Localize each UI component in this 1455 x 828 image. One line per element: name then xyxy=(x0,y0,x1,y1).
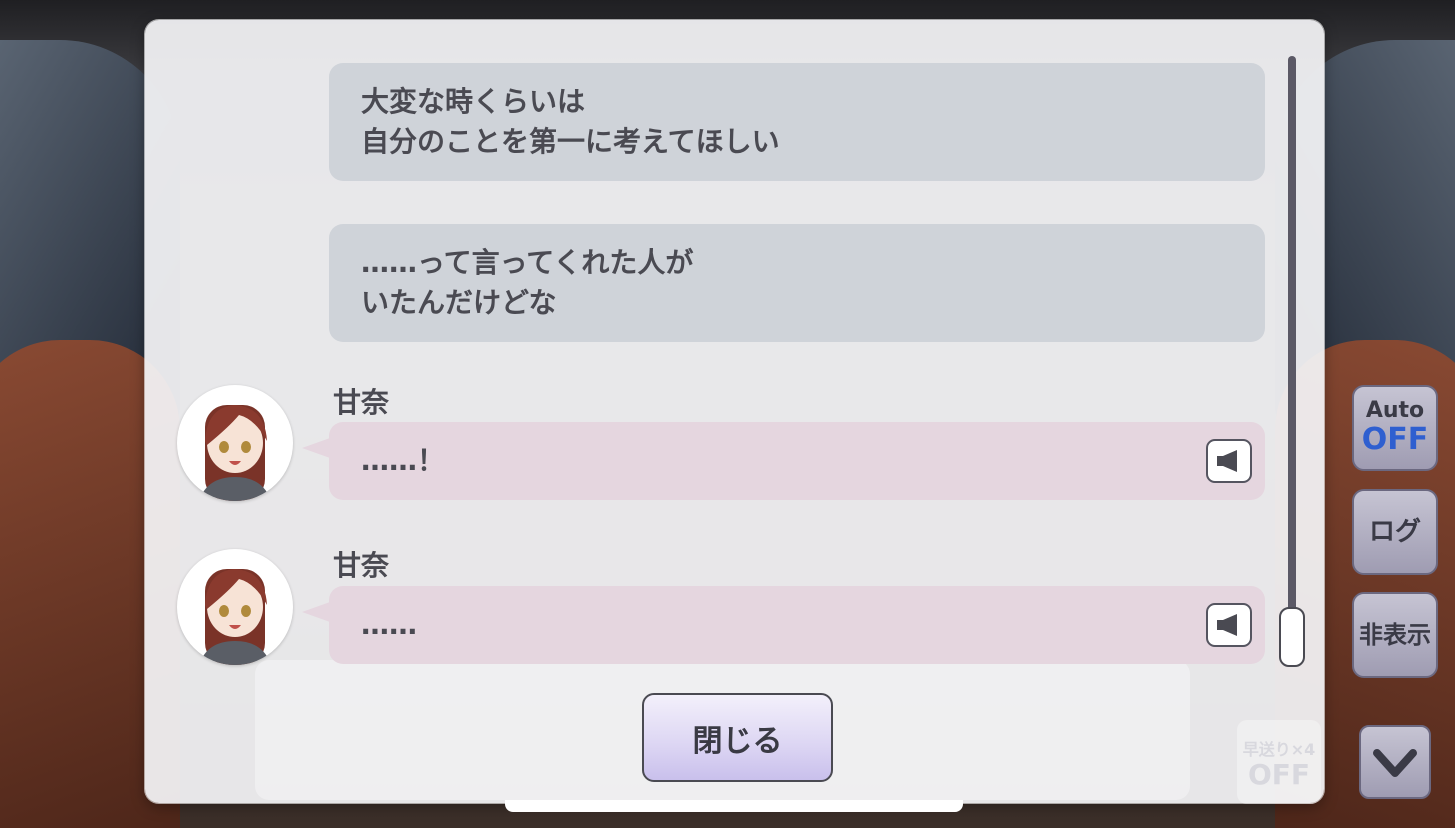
fast-forward-state: OFF xyxy=(1247,758,1311,791)
bubble-tail xyxy=(302,602,330,622)
speaker-name: 甘奈 xyxy=(333,386,390,419)
hide-ui-button[interactable]: 非表示 xyxy=(1352,592,1438,678)
narration-text: 大変な時くらいは 自分のことを第一に考えてほしい xyxy=(361,85,780,158)
dialogue-bubble: …… xyxy=(329,586,1265,664)
voice-play-button[interactable] xyxy=(1206,439,1252,483)
scrollbar-track[interactable] xyxy=(1288,56,1296,656)
dialogue-text: …… xyxy=(361,608,417,641)
narration-text: ……って言ってくれた人が いたんだけどな xyxy=(361,246,694,319)
speaker-icon xyxy=(1217,614,1237,636)
scrollbar-thumb[interactable] xyxy=(1279,607,1305,667)
chevron-down-icon xyxy=(1373,749,1417,777)
narration-bubble: 大変な時くらいは 自分のことを第一に考えてほしい xyxy=(329,63,1265,181)
bubble-tail xyxy=(302,438,330,458)
fast-forward-button[interactable]: 早送り×4 OFF xyxy=(1237,720,1321,804)
log-button[interactable]: ログ xyxy=(1352,489,1438,575)
log-panel-tab xyxy=(505,800,963,812)
speaker-icon xyxy=(1217,450,1237,472)
dialogue-text: ……！ xyxy=(361,444,446,477)
auto-state: OFF xyxy=(1361,422,1429,457)
amana-avatar-icon xyxy=(177,385,293,501)
close-button[interactable]: 閉じる xyxy=(642,693,833,782)
amana-avatar-icon xyxy=(177,549,293,665)
auto-toggle-button[interactable]: Auto OFF xyxy=(1352,385,1438,471)
dialogue-bubble: ……！ xyxy=(329,422,1265,500)
fast-forward-label: 早送り×4 xyxy=(1242,740,1316,759)
collapse-button[interactable] xyxy=(1359,725,1431,799)
speaker-name: 甘奈 xyxy=(333,549,390,582)
narration-bubble: ……って言ってくれた人が いたんだけどな xyxy=(329,224,1265,342)
voice-play-button[interactable] xyxy=(1206,603,1252,647)
auto-label: Auto xyxy=(1365,398,1425,423)
